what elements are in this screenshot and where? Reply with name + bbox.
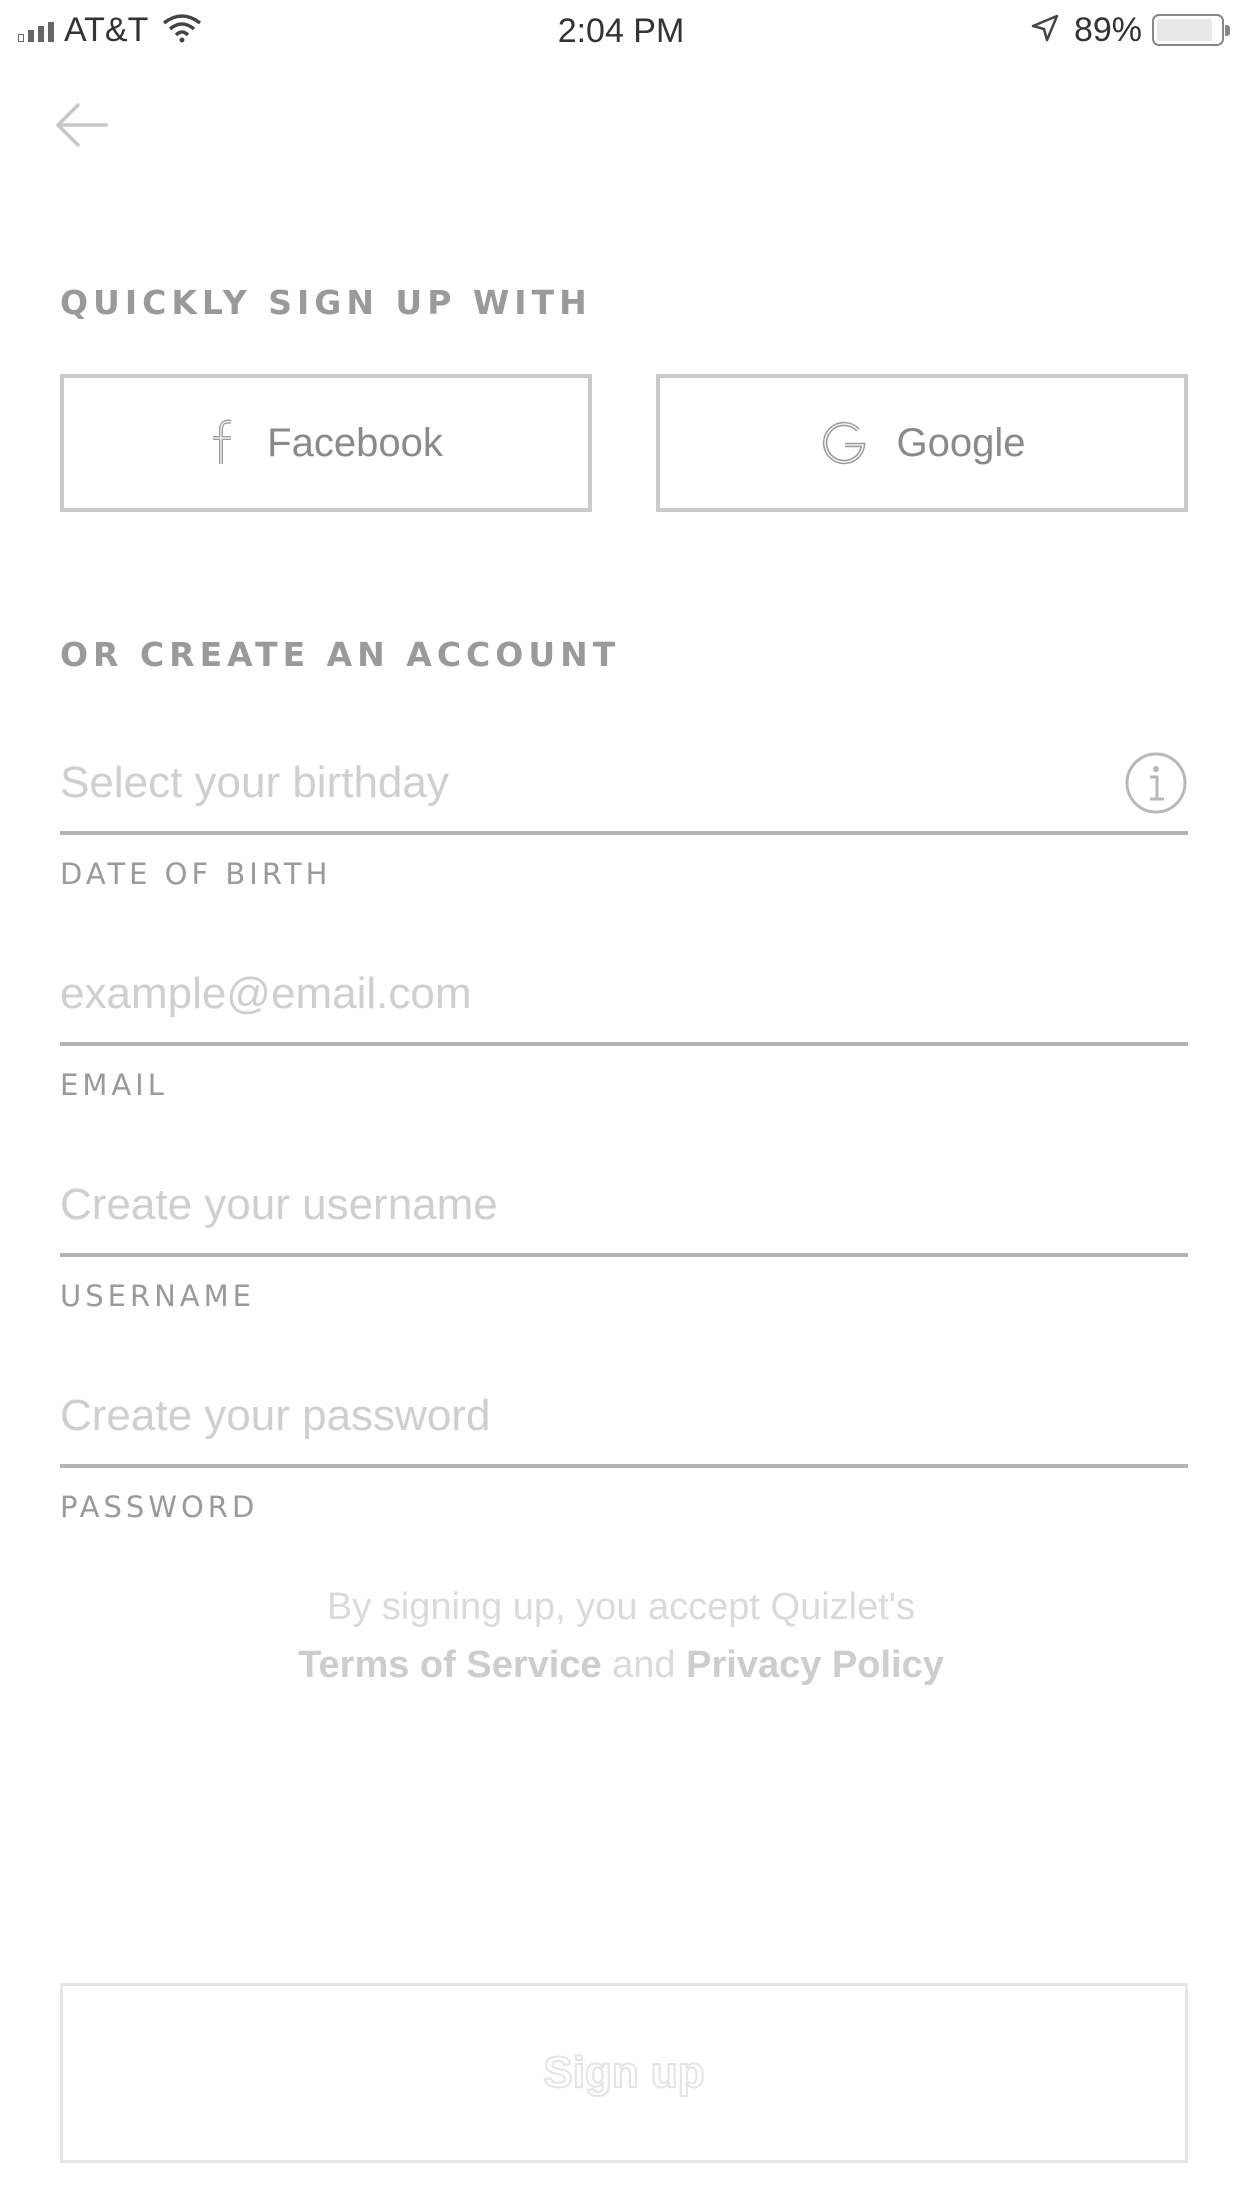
info-icon[interactable] (1124, 751, 1188, 815)
location-arrow-icon (1030, 13, 1060, 48)
terms-line-1: By signing up, you accept Quizlet's (326, 1586, 916, 1628)
status-right: 89% (1030, 10, 1230, 50)
google-label: Google (896, 420, 1026, 465)
birthday-field: DATE OF BIRTH (60, 735, 1188, 891)
facebook-button[interactable]: Facebook (60, 374, 592, 512)
username-label: USERNAME (60, 1279, 255, 1313)
password-field: PASSWORD (60, 1368, 1188, 1524)
email-label: EMAIL (60, 1068, 168, 1102)
social-heading: QUICKLY SIGN UP WITH (60, 283, 592, 322)
battery-percent: 89% (1073, 10, 1142, 49)
signup-screen: AT&T 2:04 PM 89% QUICKLY SIGN UP WITH Fa… (0, 0, 1242, 2208)
google-button[interactable]: Google (656, 374, 1188, 512)
terms-notice: By signing up, you accept Quizlet's Term… (0, 1578, 1242, 1694)
email-field: EMAIL (60, 946, 1188, 1102)
terms-line-2: Terms of Service and Privacy Policy (0, 1636, 1242, 1694)
birthday-input[interactable] (60, 735, 1188, 835)
back-arrow-icon (56, 103, 108, 147)
facebook-label: Facebook (267, 420, 443, 465)
username-field: USERNAME (60, 1157, 1188, 1313)
terms-of-service-link[interactable]: Terms of Service (298, 1644, 601, 1686)
status-bar: AT&T 2:04 PM 89% (0, 0, 1242, 60)
sign-up-button[interactable]: Sign up (60, 1983, 1188, 2163)
battery-icon (1152, 14, 1230, 46)
privacy-policy-link[interactable]: Privacy Policy (686, 1644, 944, 1686)
terms-and-text: and (612, 1644, 676, 1686)
battery-fill (1157, 19, 1212, 41)
back-button[interactable] (52, 95, 112, 155)
sign-up-label: Sign up (542, 2047, 705, 2098)
password-label: PASSWORD (60, 1490, 259, 1524)
username-input[interactable] (60, 1157, 1188, 1257)
google-icon (819, 418, 869, 468)
email-input[interactable] (60, 946, 1188, 1046)
facebook-icon (209, 418, 239, 468)
birthday-label: DATE OF BIRTH (60, 857, 332, 891)
create-account-heading: OR CREATE AN ACCOUNT (60, 635, 621, 674)
password-input[interactable] (60, 1368, 1188, 1468)
